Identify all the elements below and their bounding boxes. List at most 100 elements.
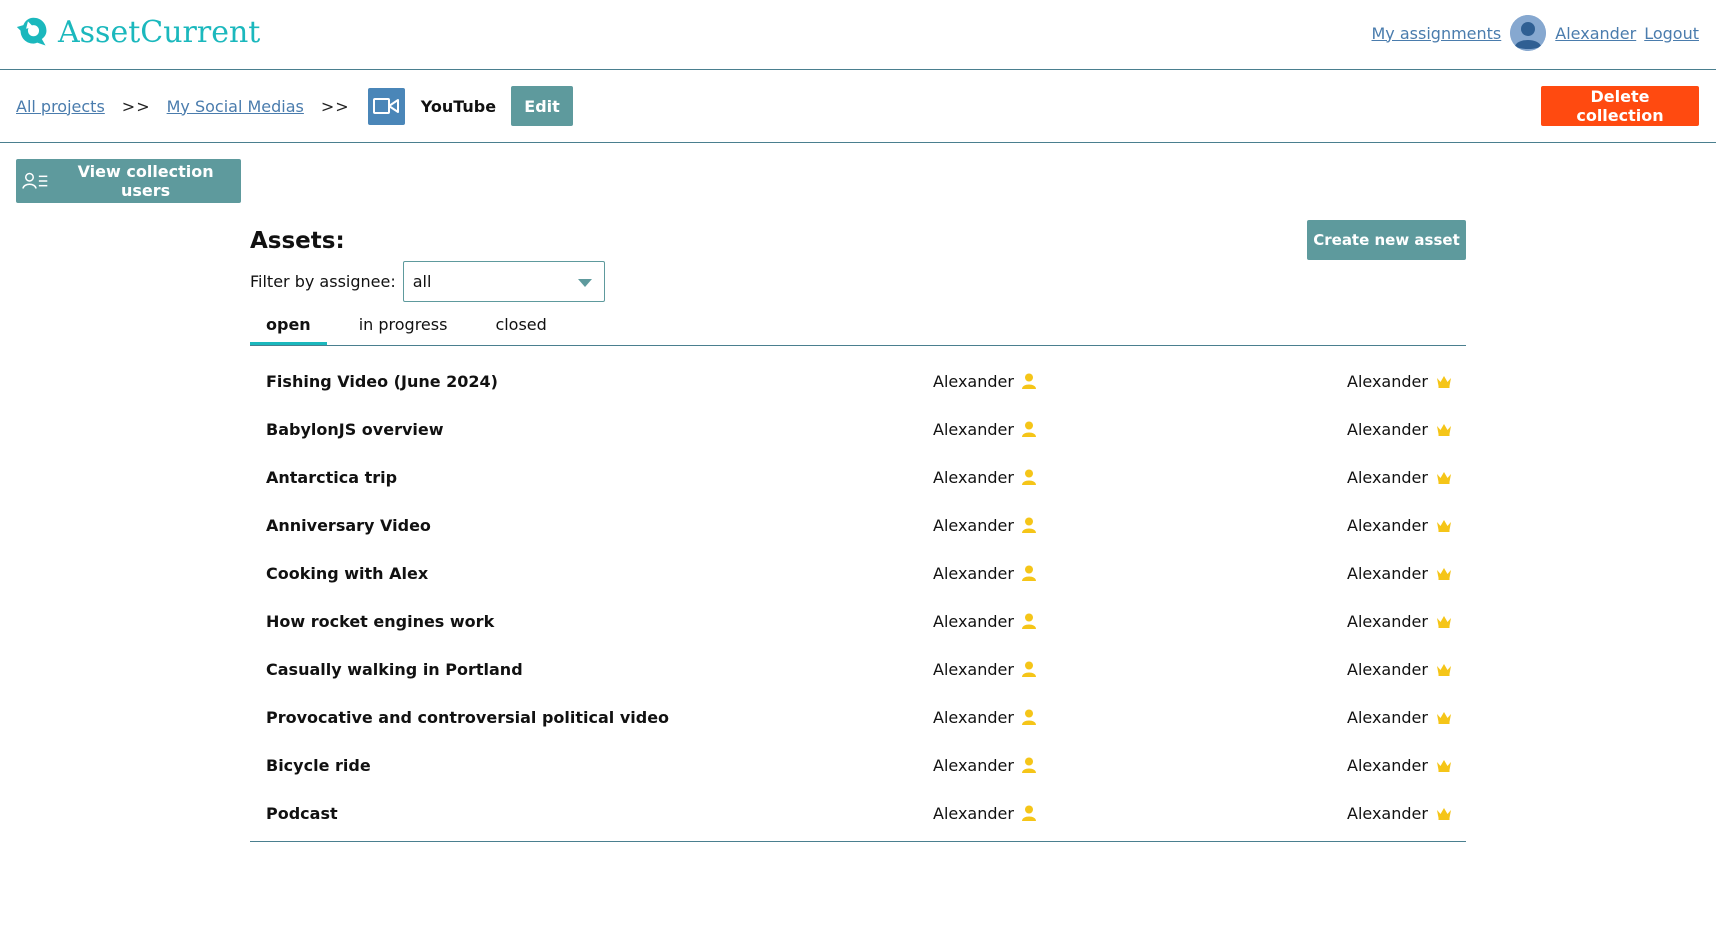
asset-name: Podcast: [266, 803, 338, 823]
asset-owner: Alexander: [1347, 468, 1452, 487]
crown-icon: [1436, 759, 1451, 772]
tab-in-progress[interactable]: in progress: [343, 312, 464, 345]
assignee-name: Alexander: [933, 803, 1014, 823]
asset-owner: Alexander: [1347, 420, 1452, 439]
assignee-name: Alexander: [933, 419, 1014, 439]
assignee-select-value: all: [412, 272, 432, 291]
crown-icon: [1436, 711, 1451, 724]
user-menu: My assignments Alexander Logout: [1372, 15, 1699, 51]
owner-name: Alexander: [1347, 803, 1428, 823]
crown-icon: [1436, 663, 1451, 676]
asset-name: Anniversary Video: [266, 515, 431, 535]
assignee-name: Alexander: [933, 563, 1014, 583]
user-icon: [1021, 613, 1036, 629]
filter-label: Filter by assignee:: [250, 272, 396, 291]
delete-collection-button[interactable]: Delete collection: [1541, 86, 1699, 126]
assignee-filter: Filter by assignee: all: [250, 261, 605, 302]
owner-name: Alexander: [1347, 755, 1428, 775]
asset-list: Fishing Video (June 2024) Alexander Alex…: [250, 357, 1466, 842]
asset-owner: Alexander: [1347, 564, 1452, 583]
user-avatar-icon: [1510, 15, 1547, 51]
crown-icon: [1436, 471, 1451, 484]
logout-link[interactable]: Logout: [1644, 24, 1699, 43]
asset-assignee: Alexander: [933, 756, 1036, 775]
user-icon: [1021, 805, 1036, 821]
breadcrumb-all-projects[interactable]: All projects: [16, 97, 105, 116]
app-logo[interactable]: AssetCurrent: [15, 14, 260, 51]
tab-closed[interactable]: closed: [479, 312, 562, 345]
breadcrumb-separator: >>: [320, 96, 350, 116]
asset-assignee: Alexander: [933, 420, 1036, 439]
crown-icon: [1436, 807, 1451, 820]
crown-icon: [1436, 519, 1451, 532]
list-item[interactable]: Anniversary Video Alexander Alexander: [250, 501, 1466, 549]
owner-name: Alexander: [1347, 563, 1428, 583]
crown-icon: [1436, 423, 1451, 436]
assignee-name: Alexander: [933, 707, 1014, 727]
asset-assignee: Alexander: [933, 612, 1036, 631]
asset-owner: Alexander: [1347, 804, 1452, 823]
asset-assignee: Alexander: [933, 372, 1036, 391]
list-item[interactable]: Bicycle ride Alexander Alexander: [250, 741, 1466, 789]
breadcrumb-current-collection: YouTube: [420, 96, 497, 116]
crown-icon: [1436, 567, 1451, 580]
user-icon: [1021, 757, 1036, 773]
logo-icon: [16, 17, 47, 46]
video-camera-icon: [367, 87, 405, 125]
breadcrumb-bar: All projects >> My Social Medias >> YouT…: [0, 70, 1716, 143]
assignee-name: Alexander: [933, 755, 1014, 775]
user-icon: [1021, 661, 1036, 677]
status-tabs: open in progress closed: [250, 312, 1466, 346]
asset-owner: Alexander: [1347, 660, 1452, 679]
assets-heading: Assets:: [250, 228, 345, 254]
list-padding: [250, 837, 1466, 841]
assignee-select[interactable]: all: [402, 261, 605, 302]
list-item[interactable]: Fishing Video (June 2024) Alexander Alex…: [250, 357, 1466, 405]
asset-name: How rocket engines work: [266, 611, 495, 631]
asset-name: Bicycle ride: [266, 755, 371, 775]
list-item[interactable]: Antarctica trip Alexander Alexander: [250, 453, 1466, 501]
edit-collection-button[interactable]: Edit: [511, 86, 574, 126]
crown-icon: [1436, 375, 1451, 388]
owner-name: Alexander: [1347, 467, 1428, 487]
asset-owner: Alexander: [1347, 708, 1452, 727]
asset-owner: Alexander: [1347, 756, 1452, 775]
owner-name: Alexander: [1347, 659, 1428, 679]
view-collection-users-button[interactable]: View collection users: [16, 159, 241, 203]
owner-name: Alexander: [1347, 707, 1428, 727]
list-item[interactable]: Podcast Alexander Alexander: [250, 789, 1466, 837]
my-assignments-link[interactable]: My assignments: [1372, 24, 1502, 43]
user-icon: [1021, 565, 1036, 581]
owner-name: Alexander: [1347, 611, 1428, 631]
assignee-name: Alexander: [933, 515, 1014, 535]
owner-name: Alexander: [1347, 371, 1428, 391]
list-item[interactable]: Provocative and controversial political …: [250, 693, 1466, 741]
owner-name: Alexander: [1347, 419, 1428, 439]
asset-name: Casually walking in Portland: [266, 659, 523, 679]
asset-assignee: Alexander: [933, 804, 1036, 823]
list-item[interactable]: Casually walking in Portland Alexander A…: [250, 645, 1466, 693]
user-icon: [1021, 373, 1036, 389]
list-item[interactable]: How rocket engines work Alexander Alexan…: [250, 597, 1466, 645]
view-collection-users-label: View collection users: [77, 162, 214, 200]
list-item[interactable]: Cooking with Alex Alexander Alexander: [250, 549, 1466, 597]
avatar[interactable]: [1510, 15, 1547, 51]
asset-assignee: Alexander: [933, 468, 1036, 487]
asset-name: BabylonJS overview: [266, 419, 444, 439]
top-header: AssetCurrent My assignments Alexander Lo…: [0, 0, 1716, 70]
user-icon: [1021, 709, 1036, 725]
breadcrumb-separator: >>: [121, 96, 151, 116]
breadcrumb: All projects >> My Social Medias >> YouT…: [16, 86, 574, 126]
asset-name: Antarctica trip: [266, 467, 398, 487]
list-item[interactable]: BabylonJS overview Alexander Alexander: [250, 405, 1466, 453]
asset-assignee: Alexander: [933, 660, 1036, 679]
tab-open[interactable]: open: [250, 312, 327, 345]
user-icon: [1021, 421, 1036, 437]
user-name-link[interactable]: Alexander: [1555, 24, 1636, 43]
asset-name: Provocative and controversial political …: [266, 707, 670, 727]
breadcrumb-project[interactable]: My Social Medias: [167, 97, 304, 116]
asset-owner: Alexander: [1347, 612, 1452, 631]
assignee-name: Alexander: [933, 611, 1014, 631]
app-name: AssetCurrent: [58, 15, 261, 50]
create-new-asset-button[interactable]: Create new asset: [1307, 220, 1466, 260]
